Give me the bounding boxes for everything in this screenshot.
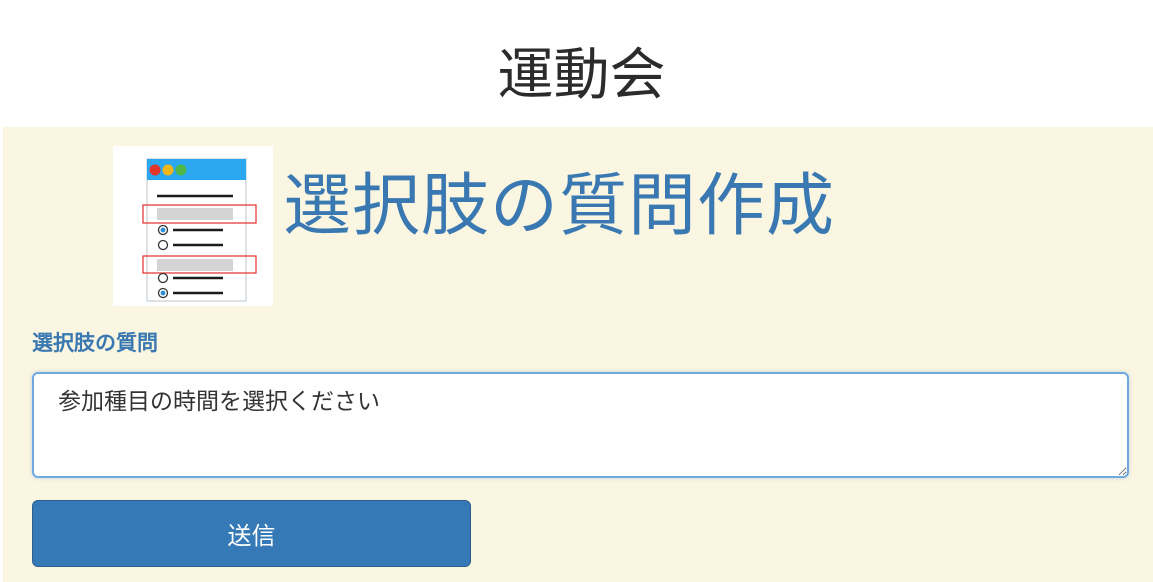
question-input[interactable]: 参加種目の時間を選択ください xyxy=(32,372,1129,478)
question-form-panel: 選択肢の質問作成 選択肢の質問 参加種目の時間を選択ください 送信 xyxy=(3,127,1153,582)
page: 運動会 選択肢の質問作成 選択肢の質問 参加種目の時間を選択ください 送信 xyxy=(0,0,1153,582)
app-title: 運動会 xyxy=(497,43,666,108)
form-heading: 選択肢の質問作成 xyxy=(283,167,836,246)
form-illustration-icon xyxy=(113,146,273,306)
question-label: 選択肢の質問 xyxy=(32,331,158,355)
submit-button[interactable]: 送信 xyxy=(32,500,471,567)
multiple-choice-form-illustration xyxy=(113,146,273,306)
